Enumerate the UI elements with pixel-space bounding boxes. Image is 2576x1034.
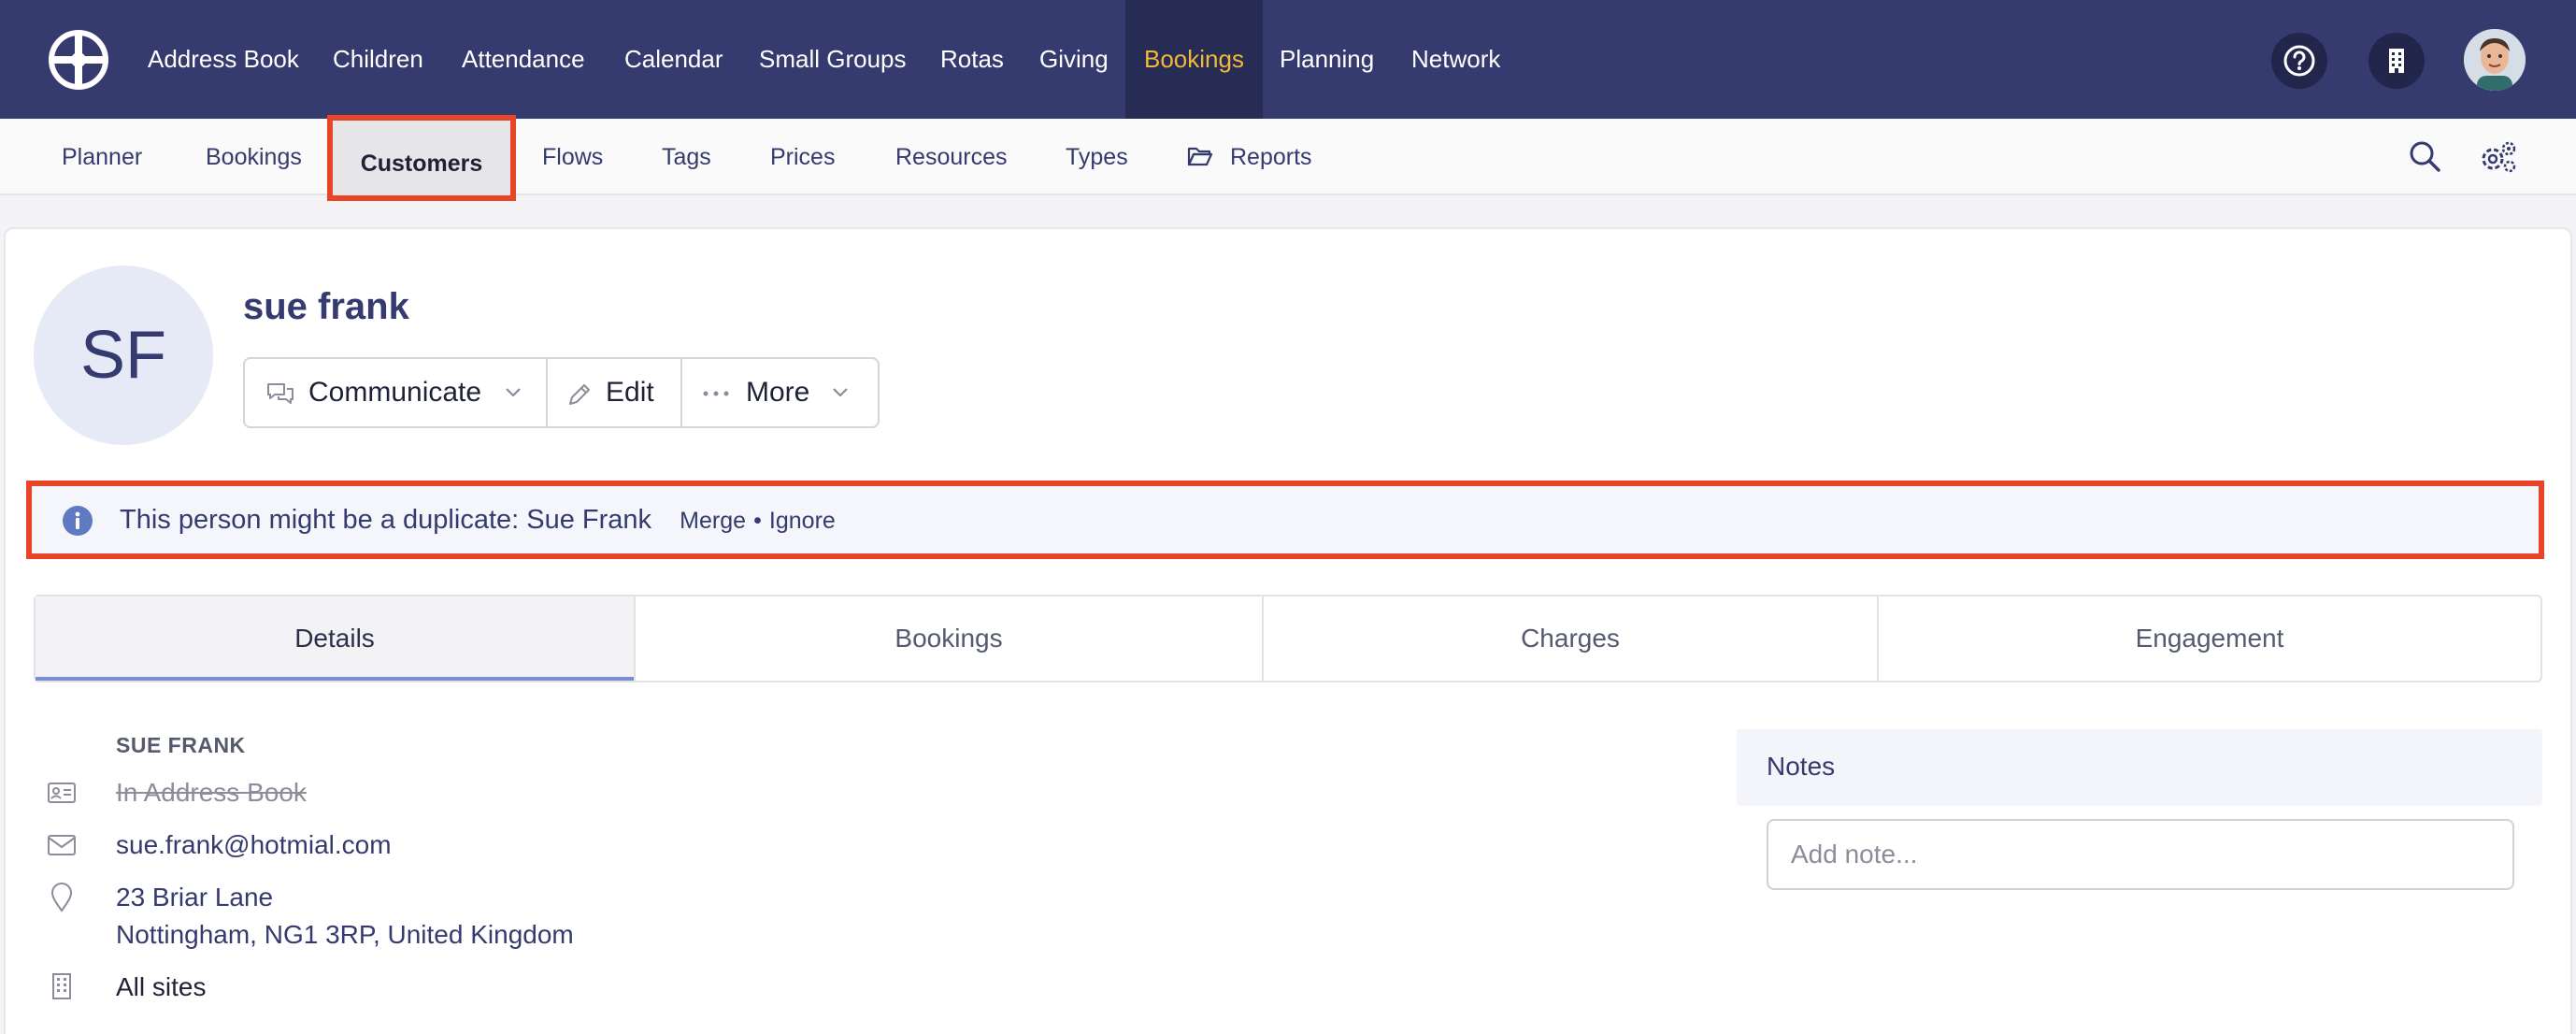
chevron-down-icon: [506, 388, 521, 397]
topnav-calendar[interactable]: Calendar: [624, 0, 723, 119]
notes-panel-header: Notes: [1737, 729, 2542, 806]
communicate-label: Communicate: [308, 377, 482, 408]
link-separator: •: [753, 508, 762, 534]
tab-details[interactable]: Details: [36, 596, 634, 681]
pencil-icon: [569, 384, 590, 405]
sub-navigation: Planner Bookings Customers Flows Tags Pr…: [0, 115, 2576, 201]
topnav-small-groups[interactable]: Small Groups: [759, 0, 907, 119]
notes-title: Notes: [1767, 752, 1836, 781]
duplicate-warning-banner: This person might be a duplicate: Sue Fr…: [26, 481, 2544, 559]
customer-tabs: Details Bookings Charges Engagement: [34, 595, 2542, 682]
merge-link[interactable]: Merge: [680, 508, 746, 534]
subnav-customers[interactable]: Customers: [327, 115, 516, 201]
duplicate-text: This person might be a duplicate: Sue Fr…: [120, 505, 652, 535]
address-line-2[interactable]: Nottingham, NG1 3RP, United Kingdom: [116, 920, 574, 950]
more-label: More: [746, 377, 810, 408]
topnav-rotas[interactable]: Rotas: [940, 0, 1004, 119]
subnav-bookings[interactable]: Bookings: [206, 119, 302, 195]
topnav-giving[interactable]: Giving: [1039, 0, 1109, 119]
settings-cogs-icon[interactable]: [2479, 139, 2518, 180]
map-pin-icon: [50, 883, 73, 917]
address-book-status: In Address Book: [116, 778, 307, 807]
app-logo-icon[interactable]: [49, 30, 108, 90]
search-icon[interactable]: [2408, 139, 2441, 178]
help-circle-icon: [2283, 45, 2315, 77]
subnav-prices[interactable]: Prices: [770, 119, 835, 195]
customer-name: sue frank: [243, 286, 409, 327]
sites-value: All sites: [116, 972, 207, 1001]
info-icon: [63, 506, 93, 536]
edit-label: Edit: [606, 377, 654, 408]
topnav-bookings[interactable]: Bookings: [1125, 0, 1263, 119]
topnav-attendance[interactable]: Attendance: [462, 0, 585, 119]
top-navigation: Address Book Children Attendance Calenda…: [0, 0, 2576, 119]
topnav-children[interactable]: Children: [333, 0, 423, 119]
tab-bookings[interactable]: Bookings: [636, 596, 1262, 681]
email-link[interactable]: sue.frank@hotmial.com: [116, 830, 392, 860]
address-line-1[interactable]: 23 Briar Lane: [116, 883, 273, 912]
details-heading: SUE FRANK: [116, 733, 246, 757]
building-icon: [50, 972, 73, 1005]
subnav-flows[interactable]: Flows: [542, 119, 603, 195]
id-card-icon: [47, 782, 77, 809]
subnav-reports[interactable]: Reports: [1230, 119, 1312, 195]
user-avatar[interactable]: [2464, 29, 2526, 91]
chat-bubbles-icon: [267, 383, 293, 404]
tab-charges[interactable]: Charges: [1264, 596, 1877, 681]
help-button[interactable]: [2271, 33, 2327, 89]
site-switch-button[interactable]: [2368, 33, 2425, 89]
topnav-address-book[interactable]: Address Book: [148, 0, 299, 119]
building-icon: [2389, 49, 2404, 73]
envelope-icon: [47, 834, 77, 861]
subnav-resources[interactable]: Resources: [895, 119, 1008, 195]
edit-button[interactable]: Edit: [548, 359, 680, 426]
customer-initials-avatar: SF: [34, 266, 213, 445]
subnav-types[interactable]: Types: [1066, 119, 1128, 195]
topnav-planning[interactable]: Planning: [1280, 0, 1374, 119]
duplicate-message: This person might be a duplicate: Sue Fr…: [120, 505, 836, 536]
chevron-down-icon: [833, 388, 848, 397]
tab-engagement[interactable]: Engagement: [1879, 596, 2540, 681]
profile-action-buttons: Communicate Edit More: [243, 357, 880, 428]
subnav-planner[interactable]: Planner: [62, 119, 142, 195]
topnav-network[interactable]: Network: [1411, 0, 1500, 119]
subnav-tags[interactable]: Tags: [662, 119, 711, 195]
ellipsis-icon: [703, 391, 729, 396]
more-button[interactable]: More: [682, 359, 880, 426]
add-note-input[interactable]: [1767, 819, 2514, 890]
folder-open-icon: [1187, 145, 1213, 172]
communicate-button[interactable]: Communicate: [245, 359, 546, 426]
ignore-link[interactable]: Ignore: [769, 508, 836, 534]
